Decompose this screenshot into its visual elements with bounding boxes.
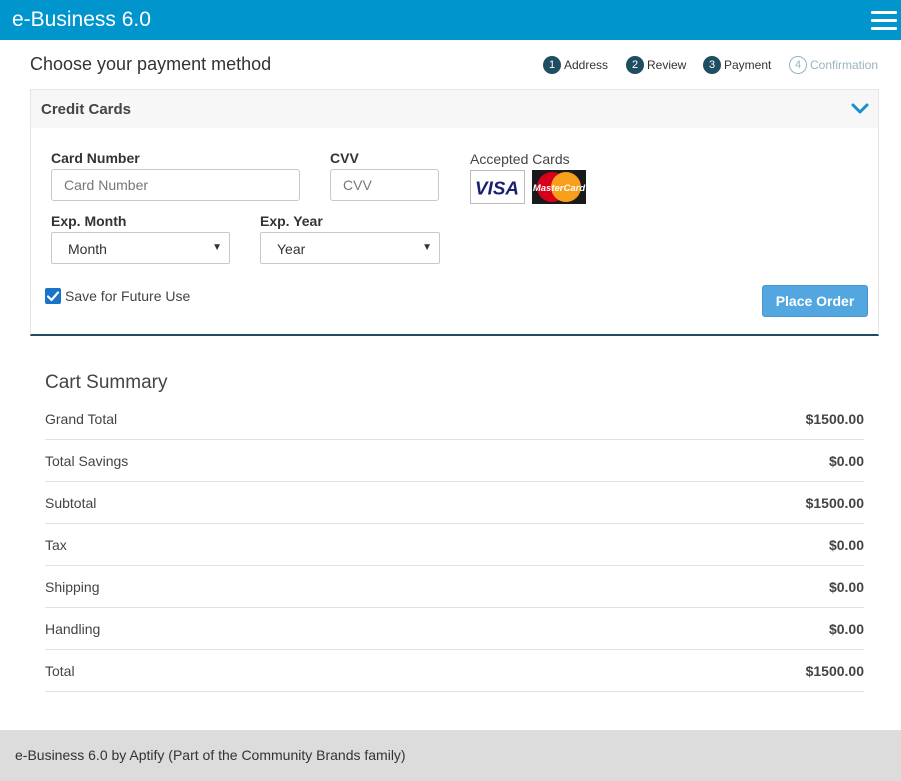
footer: e-Business 6.0 by Aptify (Part of the Co… — [0, 730, 901, 781]
cvv-input[interactable] — [330, 169, 439, 201]
save-for-future-checkbox[interactable] — [45, 288, 61, 304]
svg-text:MasterCard: MasterCard — [533, 183, 585, 194]
exp-month-select[interactable]: Month ▼ — [51, 232, 230, 264]
step-address: 1 Address — [543, 56, 608, 74]
cart-row-value: $1500.00 — [805, 663, 864, 679]
cart-row-value: $1500.00 — [805, 411, 864, 427]
caret-down-icon: ▼ — [212, 242, 222, 253]
exp-year-value: Year — [277, 241, 306, 257]
exp-month-value: Month — [68, 241, 107, 257]
step-label: Payment — [724, 58, 772, 72]
cart-row-label: Tax — [45, 537, 67, 553]
cart-row-value: $0.00 — [828, 621, 864, 637]
step-label: Confirmation — [810, 58, 879, 72]
svg-text:VISA: VISA — [475, 178, 519, 199]
visa-logo: VISA — [470, 170, 525, 204]
exp-month-label: Exp. Month — [51, 213, 127, 229]
cart-row-handling: Handling $0.00 — [45, 608, 864, 650]
cart-row-shipping: Shipping $0.00 — [45, 566, 864, 608]
panel-title: Credit Cards — [41, 101, 132, 118]
hamburger-icon[interactable] — [871, 11, 897, 30]
cart-row-total-savings: Total Savings $0.00 — [45, 440, 864, 482]
step-number: 1 — [543, 56, 561, 74]
accepted-cards-label: Accepted Cards — [470, 151, 570, 167]
cart-row-tax: Tax $0.00 — [45, 524, 864, 566]
cart-row-grand-total: Grand Total $1500.00 — [45, 398, 864, 440]
step-number: 2 — [626, 56, 644, 74]
mastercard-logo: MasterCard — [532, 170, 586, 204]
cart-row-label: Grand Total — [45, 411, 118, 427]
cart-summary-title: Cart Summary — [45, 372, 168, 393]
step-label: Address — [564, 58, 609, 72]
credit-card-panel: Credit Cards Card Number CVV Accepted Ca… — [30, 89, 879, 336]
cart-row-total: Total $1500.00 — [45, 650, 864, 692]
top-bar: e-Business 6.0 — [0, 0, 901, 40]
cart-row-subtotal: Subtotal $1500.00 — [45, 482, 864, 524]
step-number: 4 — [789, 56, 807, 74]
chevron-down-icon[interactable] — [851, 102, 869, 116]
cvv-label: CVV — [330, 150, 359, 166]
step-review: 2 Review — [626, 56, 686, 74]
cart-row-label: Total Savings — [45, 453, 129, 469]
step-number: 3 — [703, 56, 721, 74]
cart-row-value: $0.00 — [828, 579, 864, 595]
cart-row-label: Shipping — [45, 579, 100, 595]
cart-row-label: Handling — [45, 621, 101, 637]
cart-summary-list: Grand Total $1500.00 Total Savings $0.00… — [45, 398, 864, 692]
footer-text: e-Business 6.0 by Aptify (Part of the Co… — [15, 747, 406, 763]
place-order-button[interactable]: Place Order — [762, 285, 868, 317]
cart-row-value: $0.00 — [828, 537, 864, 553]
page-title: Choose your payment method — [30, 54, 272, 74]
save-for-future-label[interactable]: Save for Future Use — [65, 288, 190, 304]
credit-card-panel-header[interactable]: Credit Cards — [31, 90, 878, 128]
brand-title[interactable]: e-Business 6.0 — [12, 8, 151, 32]
cart-row-label: Total — [45, 663, 75, 679]
caret-down-icon: ▼ — [422, 242, 432, 253]
exp-year-label: Exp. Year — [260, 213, 323, 229]
step-label: Review — [647, 58, 687, 72]
exp-year-select[interactable]: Year ▼ — [260, 232, 440, 264]
step-payment: 3 Payment — [703, 56, 771, 74]
card-number-label: Card Number — [51, 150, 140, 166]
card-number-input[interactable] — [51, 169, 300, 201]
cart-row-label: Subtotal — [45, 495, 97, 511]
step-confirmation: 4 Confirmation — [789, 56, 878, 74]
cart-row-value: $1500.00 — [805, 495, 864, 511]
cart-row-value: $0.00 — [828, 453, 864, 469]
